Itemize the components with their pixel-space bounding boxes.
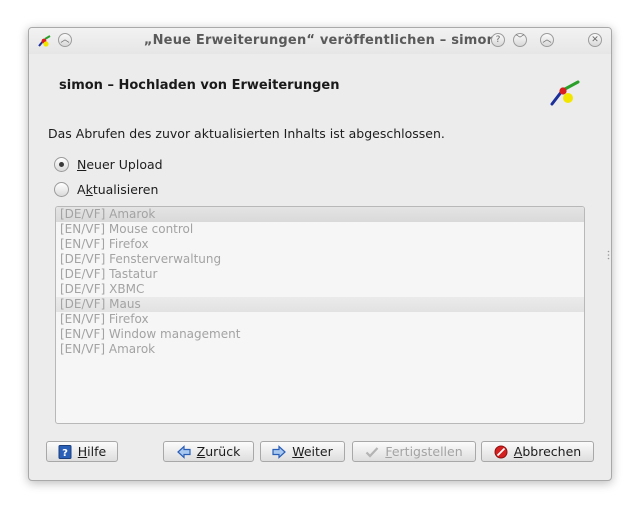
- radio-update[interactable]: Aktualisieren: [54, 180, 158, 198]
- list-item[interactable]: [EN/VF] Amarok: [56, 342, 584, 357]
- list-item[interactable]: [DE/VF] Amarok: [56, 207, 584, 222]
- list-item[interactable]: [EN/VF] Firefox: [56, 312, 584, 327]
- list-item[interactable]: [EN/VF] Firefox: [56, 237, 584, 252]
- chevron-up-icon: ︿: [542, 35, 552, 45]
- cancel-button-label: Abbrechen: [513, 444, 582, 459]
- chevron-down-icon: ﹀: [515, 35, 525, 45]
- minimize-button[interactable]: ﹀: [513, 33, 527, 47]
- resize-grip-icon[interactable]: [607, 250, 610, 260]
- close-icon: ✕: [591, 35, 599, 45]
- list-item[interactable]: [DE/VF] Maus: [56, 297, 584, 312]
- extensions-list[interactable]: [DE/VF] Amarok [EN/VF] Mouse control [EN…: [55, 206, 585, 424]
- arrow-right-icon: [272, 444, 287, 459]
- next-button-label: Weiter: [292, 444, 333, 459]
- checkmark-icon: [366, 446, 379, 458]
- list-item[interactable]: [DE/VF] Fensterverwaltung: [56, 252, 584, 267]
- help-book-icon: ?: [58, 444, 72, 459]
- cancel-button[interactable]: Abbrechen: [481, 441, 594, 462]
- radio-label: Aktualisieren: [77, 181, 159, 197]
- close-button[interactable]: ✕: [588, 33, 602, 47]
- list-item[interactable]: [EN/VF] Mouse control: [56, 222, 584, 237]
- title-bar[interactable]: ︿ „Neue Erweiterungen“ veröffentlichen –…: [29, 28, 611, 54]
- radio-label: Neuer Upload: [77, 156, 163, 172]
- next-button[interactable]: Weiter: [260, 441, 345, 462]
- back-button[interactable]: Zurück: [163, 441, 254, 462]
- radio-button[interactable]: [54, 181, 69, 197]
- dialog-window: ︿ „Neue Erweiterungen“ veröffentlichen –…: [28, 27, 612, 481]
- finish-button[interactable]: Fertigstellen: [352, 441, 476, 462]
- list-item[interactable]: [EN/VF] Window management: [56, 327, 584, 342]
- radio-new-upload[interactable]: Neuer Upload: [54, 155, 163, 173]
- arrow-left-icon: [176, 444, 191, 459]
- finish-button-label: Fertigstellen: [385, 444, 463, 459]
- list-item[interactable]: [DE/VF] XBMC: [56, 282, 584, 297]
- help-button-label: Hilfe: [77, 444, 107, 459]
- maximize-button[interactable]: ︿: [540, 33, 554, 47]
- simon-logo-icon: [550, 80, 580, 106]
- page-title: simon – Hochladen von Erweiterungen: [59, 78, 340, 93]
- question-icon: ?: [495, 35, 501, 45]
- list-item[interactable]: [DE/VF] Tastatur: [56, 267, 584, 282]
- svg-text:?: ?: [62, 448, 68, 459]
- help-title-button[interactable]: ?: [491, 33, 505, 47]
- cancel-icon: [494, 445, 508, 458]
- radio-button-checked[interactable]: [54, 156, 69, 172]
- back-button-label: Zurück: [196, 444, 241, 459]
- status-message: Das Abrufen des zuvor aktualisierten Inh…: [48, 126, 445, 141]
- help-button[interactable]: ? Hilfe: [46, 441, 118, 462]
